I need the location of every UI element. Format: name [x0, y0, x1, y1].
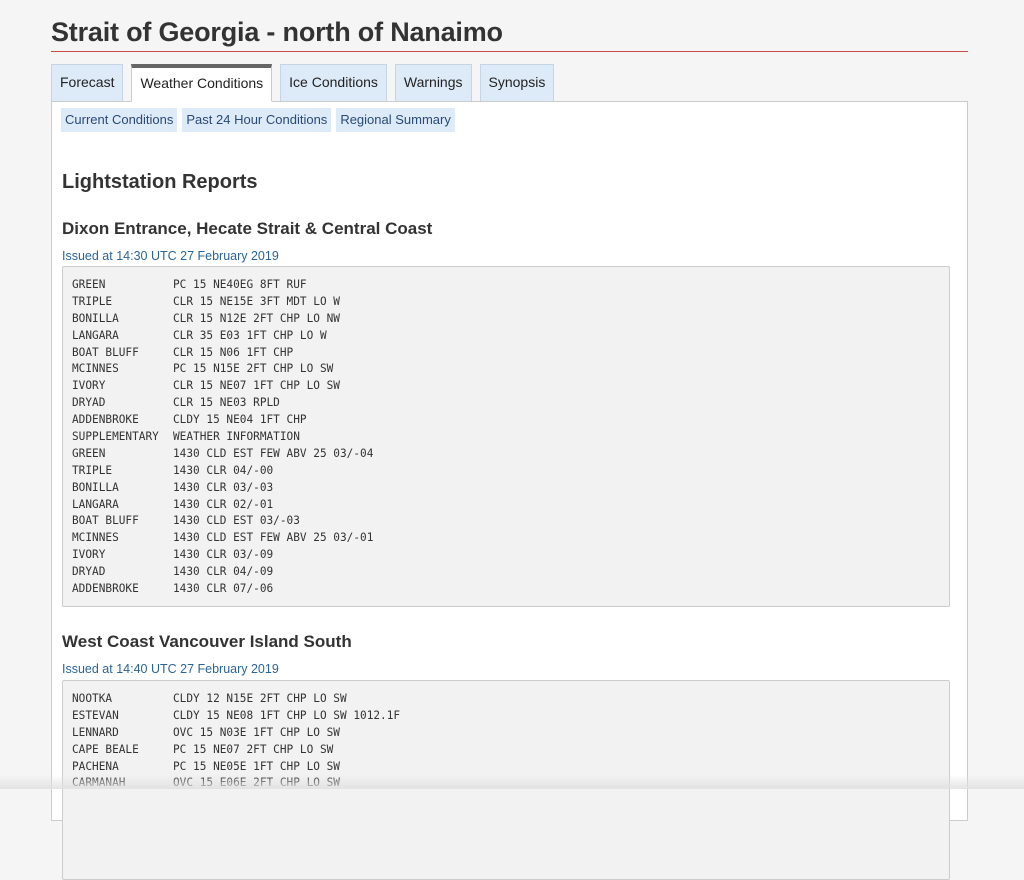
tab-synopsis[interactable]: Synopsis	[480, 64, 555, 101]
station-name: DRYAD	[72, 395, 173, 412]
report-line: BOAT BLUFF1430 CLD EST 03/-03	[72, 513, 940, 530]
subtab-current-conditions[interactable]: Current Conditions	[61, 108, 177, 132]
station-name: BOAT BLUFF	[72, 513, 173, 530]
report-line: IVORYCLR 15 NE07 1FT CHP LO SW	[72, 378, 940, 395]
page-title: Strait of Georgia - north of Nanaimo	[51, 0, 968, 50]
report-line: GREENPC 15 NE40EG 8FT RUF	[72, 277, 940, 294]
station-name: LANGARA	[72, 497, 173, 514]
subtab-regional-summary[interactable]: Regional Summary	[336, 108, 455, 132]
report-title: West Coast Vancouver Island South	[62, 632, 352, 652]
report-line: IVORY1430 CLR 03/-09	[72, 547, 940, 564]
report-line: ESTEVANCLDY 15 NE08 1FT CHP LO SW 1012.1…	[72, 708, 940, 725]
title-divider	[51, 51, 968, 52]
page: Strait of Georgia - north of Nanaimo For…	[51, 0, 968, 52]
station-name: ADDENBROKE	[72, 412, 173, 429]
report-line: LANGARACLR 35 E03 1FT CHP LO W	[72, 328, 940, 345]
station-observation: CLDY 15 NE04 1FT CHP	[173, 412, 940, 429]
station-name: BONILLA	[72, 480, 173, 497]
report-line: LANGARA1430 CLR 02/-01	[72, 497, 940, 514]
station-observation: 1430 CLR 02/-01	[173, 497, 940, 514]
tab-panel: Current Conditions Past 24 Hour Conditio…	[51, 101, 968, 821]
station-observation: 1430 CLD EST FEW ABV 25 03/-01	[173, 530, 940, 547]
section-title: Lightstation Reports	[62, 171, 258, 194]
report-line: NOOTKACLDY 12 N15E 2FT CHP LO SW	[72, 691, 940, 708]
report-line: BOAT BLUFFCLR 15 N06 1FT CHP	[72, 345, 940, 362]
station-observation: 1430 CLR 03/-03	[173, 480, 940, 497]
issued-link[interactable]: Issued at 14:30 UTC 27 February 2019	[62, 249, 279, 263]
station-name: SUPPLEMENTARY	[72, 429, 173, 446]
station-name: IVORY	[72, 378, 173, 395]
subtab-bar: Current Conditions Past 24 Hour Conditio…	[61, 108, 460, 132]
station-name: ADDENBROKE	[72, 581, 173, 598]
station-observation: CLR 15 NE03 RPLD	[173, 395, 940, 412]
station-observation: PC 15 NE40EG 8FT RUF	[173, 277, 940, 294]
report-block: GREENPC 15 NE40EG 8FT RUFTRIPLECLR 15 NE…	[62, 266, 950, 607]
station-observation: CLDY 15 NE08 1FT CHP LO SW 1012.1F	[173, 708, 940, 725]
station-observation: CLR 35 E03 1FT CHP LO W	[173, 328, 940, 345]
report-line: BONILLA1430 CLR 03/-03	[72, 480, 940, 497]
report-line: MCINNESPC 15 N15E 2FT CHP LO SW	[72, 361, 940, 378]
station-name: GREEN	[72, 446, 173, 463]
report-line: ADDENBROKECLDY 15 NE04 1FT CHP	[72, 412, 940, 429]
station-name: TRIPLE	[72, 294, 173, 311]
station-name: MCINNES	[72, 530, 173, 547]
station-name: CAPE BEALE	[72, 742, 173, 759]
report-title: Dixon Entrance, Hecate Strait & Central …	[62, 219, 432, 239]
station-observation: 1430 CLR 07/-06	[173, 581, 940, 598]
report-line: TRIPLE1430 CLR 04/-00	[72, 463, 940, 480]
station-name: LENNARD	[72, 725, 173, 742]
tab-ice-conditions[interactable]: Ice Conditions	[280, 64, 387, 101]
report-line: PACHENAPC 15 NE05E 1FT CHP LO SW	[72, 759, 940, 776]
tab-bar: Forecast Weather Conditions Ice Conditio…	[51, 64, 562, 102]
subtab-past-24-hour-conditions[interactable]: Past 24 Hour Conditions	[182, 108, 331, 132]
station-observation: OVC 15 N03E 1FT CHP LO SW	[173, 725, 940, 742]
station-name: ESTEVAN	[72, 708, 173, 725]
station-name: GREEN	[72, 277, 173, 294]
station-observation: PC 15 NE05E 1FT CHP LO SW	[173, 759, 940, 776]
station-name: PACHENA	[72, 759, 173, 776]
station-observation: CLR 15 NE07 1FT CHP LO SW	[173, 378, 940, 395]
station-name: BOAT BLUFF	[72, 345, 173, 362]
station-observation: CLR 15 N12E 2FT CHP LO NW	[173, 311, 940, 328]
station-observation: 1430 CLR 04/-00	[173, 463, 940, 480]
issued-link[interactable]: Issued at 14:40 UTC 27 February 2019	[62, 662, 279, 676]
report-line: SUPPLEMENTARYWEATHER INFORMATION	[72, 429, 940, 446]
station-observation: PC 15 NE07 2FT CHP LO SW	[173, 742, 940, 759]
station-observation: PC 15 N15E 2FT CHP LO SW	[173, 361, 940, 378]
station-observation: 1430 CLR 04/-09	[173, 564, 940, 581]
report-line: MCINNES1430 CLD EST FEW ABV 25 03/-01	[72, 530, 940, 547]
report-line: LENNARDOVC 15 N03E 1FT CHP LO SW	[72, 725, 940, 742]
station-name: DRYAD	[72, 564, 173, 581]
station-observation: 1430 CLD EST FEW ABV 25 03/-04	[173, 446, 940, 463]
report-line: CAPE BEALEPC 15 NE07 2FT CHP LO SW	[72, 742, 940, 759]
tab-weather-conditions[interactable]: Weather Conditions	[131, 64, 272, 102]
station-name: NOOTKA	[72, 691, 173, 708]
station-name: LANGARA	[72, 328, 173, 345]
station-observation: CLDY 12 N15E 2FT CHP LO SW	[173, 691, 940, 708]
station-name: BONILLA	[72, 311, 173, 328]
station-observation: CLR 15 N06 1FT CHP	[173, 345, 940, 362]
station-observation: WEATHER INFORMATION	[173, 429, 940, 446]
report-line: DRYADCLR 15 NE03 RPLD	[72, 395, 940, 412]
report-line: DRYAD1430 CLR 04/-09	[72, 564, 940, 581]
station-name: IVORY	[72, 547, 173, 564]
station-name: TRIPLE	[72, 463, 173, 480]
station-observation: CLR 15 NE15E 3FT MDT LO W	[173, 294, 940, 311]
report-line: BONILLACLR 15 N12E 2FT CHP LO NW	[72, 311, 940, 328]
station-name: MCINNES	[72, 361, 173, 378]
report-line: TRIPLECLR 15 NE15E 3FT MDT LO W	[72, 294, 940, 311]
station-observation: 1430 CLD EST 03/-03	[173, 513, 940, 530]
tab-forecast[interactable]: Forecast	[51, 64, 123, 101]
tab-warnings[interactable]: Warnings	[395, 64, 472, 101]
report-line: GREEN1430 CLD EST FEW ABV 25 03/-04	[72, 446, 940, 463]
report-line: ADDENBROKE1430 CLR 07/-06	[72, 581, 940, 598]
scroll-fade	[0, 775, 1024, 789]
station-observation: 1430 CLR 03/-09	[173, 547, 940, 564]
